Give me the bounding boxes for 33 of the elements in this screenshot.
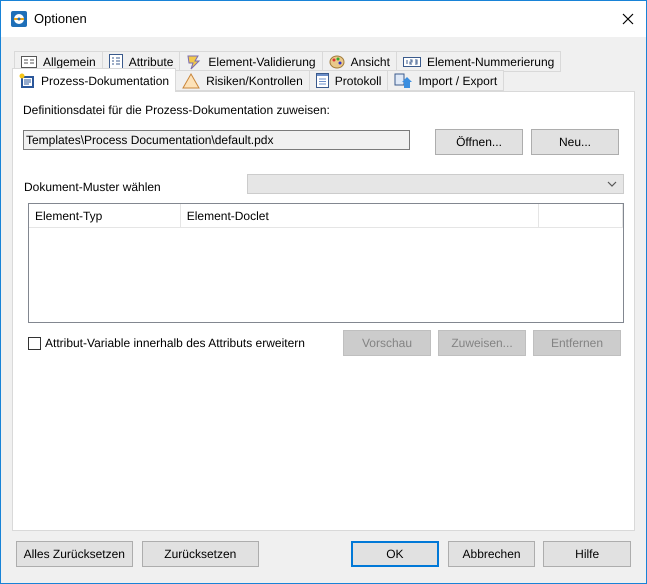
tab[interactable]: Prozess-Dokumentation bbox=[12, 68, 176, 92]
button[interactable]: OK bbox=[351, 541, 439, 567]
button[interactable]: Neu... bbox=[531, 129, 619, 155]
tab[interactable]: Risiken/Kontrollen bbox=[175, 70, 310, 91]
button[interactable]: Abbrechen bbox=[448, 541, 536, 567]
checkbox[interactable] bbox=[28, 336, 41, 350]
column-header[interactable]: Element-Doclet bbox=[180, 204, 540, 227]
chevron-down-icon bbox=[607, 181, 617, 187]
field-label: Dokument-Muster wählen bbox=[23, 179, 162, 196]
app-logo-icon bbox=[11, 11, 27, 27]
form-icon bbox=[21, 54, 37, 68]
button[interactable]: Alles Zurücksetzen bbox=[16, 541, 133, 567]
import-export-icon bbox=[394, 72, 412, 88]
file-path-field[interactable]: Templates\Process Documentation\default.pdx bbox=[23, 130, 410, 150]
button[interactable]: Hilfe bbox=[543, 541, 631, 567]
tab[interactable]: Protokoll bbox=[308, 70, 388, 91]
checkbox-label: Attribut-Variable innerhalb des Attributs erweitern bbox=[45, 335, 305, 352]
tab[interactable]: Element-Validierung bbox=[179, 51, 323, 72]
numbering-icon bbox=[402, 56, 421, 66]
tab[interactable]: Import / Export bbox=[387, 70, 504, 91]
log-icon bbox=[316, 73, 329, 88]
close-icon[interactable] bbox=[622, 13, 634, 25]
field-label: Definitionsdatei für die Prozess-Dokumentation zuweisen: bbox=[23, 102, 331, 119]
palette-icon bbox=[328, 54, 345, 70]
warning-triangle-icon bbox=[182, 72, 200, 88]
column-header[interactable]: Element-Typ bbox=[29, 204, 181, 227]
window-title: Optionen bbox=[34, 10, 87, 28]
document-icon bbox=[19, 72, 35, 88]
lightning-icon bbox=[186, 54, 202, 70]
button[interactable]: Zurücksetzen bbox=[142, 541, 260, 567]
tab[interactable]: Element-Nummerierung bbox=[396, 51, 562, 72]
button[interactable]: Öffnen... bbox=[435, 129, 523, 155]
list-icon bbox=[108, 54, 123, 69]
